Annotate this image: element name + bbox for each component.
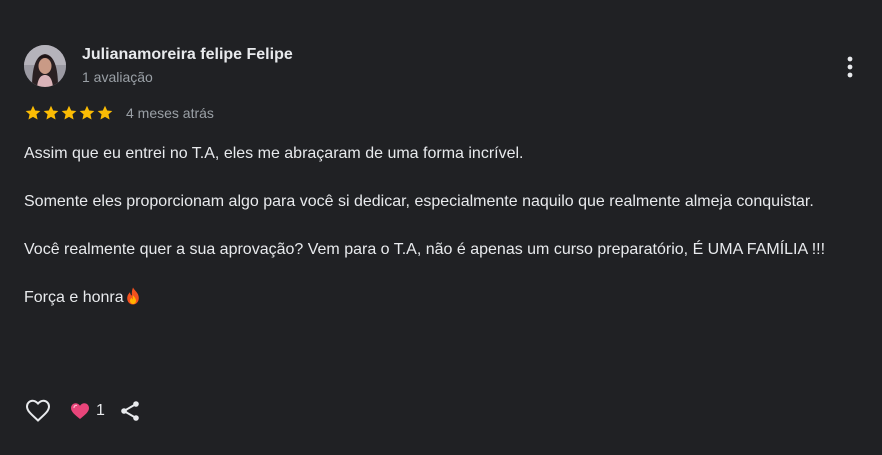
review-paragraph-last: Força e honra bbox=[24, 286, 864, 310]
more-vertical-icon bbox=[847, 56, 853, 78]
author-name[interactable]: Julianamoreira felipe Felipe bbox=[82, 46, 293, 64]
star-icon bbox=[79, 105, 95, 120]
review-paragraph-text: Força e honra bbox=[24, 289, 124, 306]
more-options-button[interactable] bbox=[838, 54, 862, 80]
share-button[interactable] bbox=[117, 398, 143, 424]
review-paragraph: Assim que eu entrei no T.A, eles me abra… bbox=[24, 145, 524, 162]
star-icon bbox=[43, 105, 59, 120]
star-icon bbox=[97, 105, 113, 120]
like-button[interactable] bbox=[24, 397, 52, 425]
star-icon bbox=[25, 105, 41, 120]
heart-emoji-icon bbox=[71, 403, 89, 419]
review-date: 4 meses atrás bbox=[126, 105, 214, 121]
heart-outline-icon bbox=[25, 399, 51, 422]
share-icon bbox=[121, 401, 139, 421]
review-paragraph: Somente eles proporcionam algo para você… bbox=[24, 193, 814, 210]
review-card: Julianamoreira felipe Felipe 1 avaliação… bbox=[0, 0, 882, 455]
star-icon bbox=[61, 105, 77, 120]
author-review-count[interactable]: 1 avaliação bbox=[82, 69, 153, 85]
review-text: Assim que eu entrei no T.A, eles me abra… bbox=[24, 142, 864, 310]
avatar-photo bbox=[24, 45, 66, 87]
fire-emoji-icon bbox=[126, 287, 139, 305]
review-actions: 1 bbox=[24, 396, 143, 426]
reaction-summary[interactable]: 1 bbox=[70, 402, 105, 420]
avatar[interactable] bbox=[24, 45, 66, 87]
reaction-count: 1 bbox=[96, 402, 105, 419]
review-paragraph: Você realmente quer a sua aprovação? Vem… bbox=[24, 241, 826, 258]
star-rating bbox=[24, 104, 114, 122]
rating-row: 4 meses atrás bbox=[24, 104, 214, 122]
